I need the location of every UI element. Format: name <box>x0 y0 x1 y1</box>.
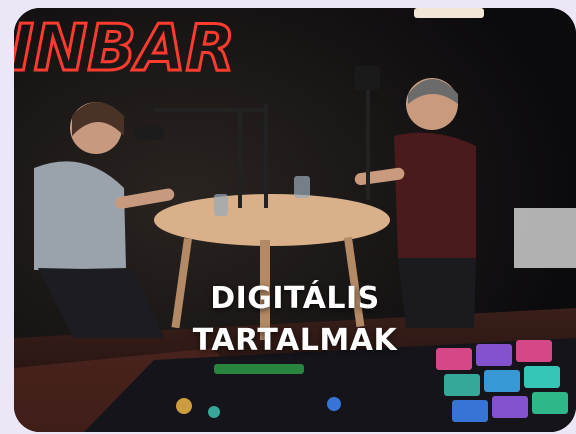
card-title-line1: DIGITÁLIS <box>210 281 380 316</box>
podcast-studio-photo: INBAR <box>14 8 576 432</box>
card-title-line2: TARTALMAK <box>192 323 398 358</box>
card-title: DIGITÁLIS TARTALMAK <box>14 278 576 362</box>
podcast-card[interactable]: INBAR DIGITÁLIS TARTALMAK <box>14 8 576 432</box>
neon-sign: INBAR <box>14 12 235 86</box>
